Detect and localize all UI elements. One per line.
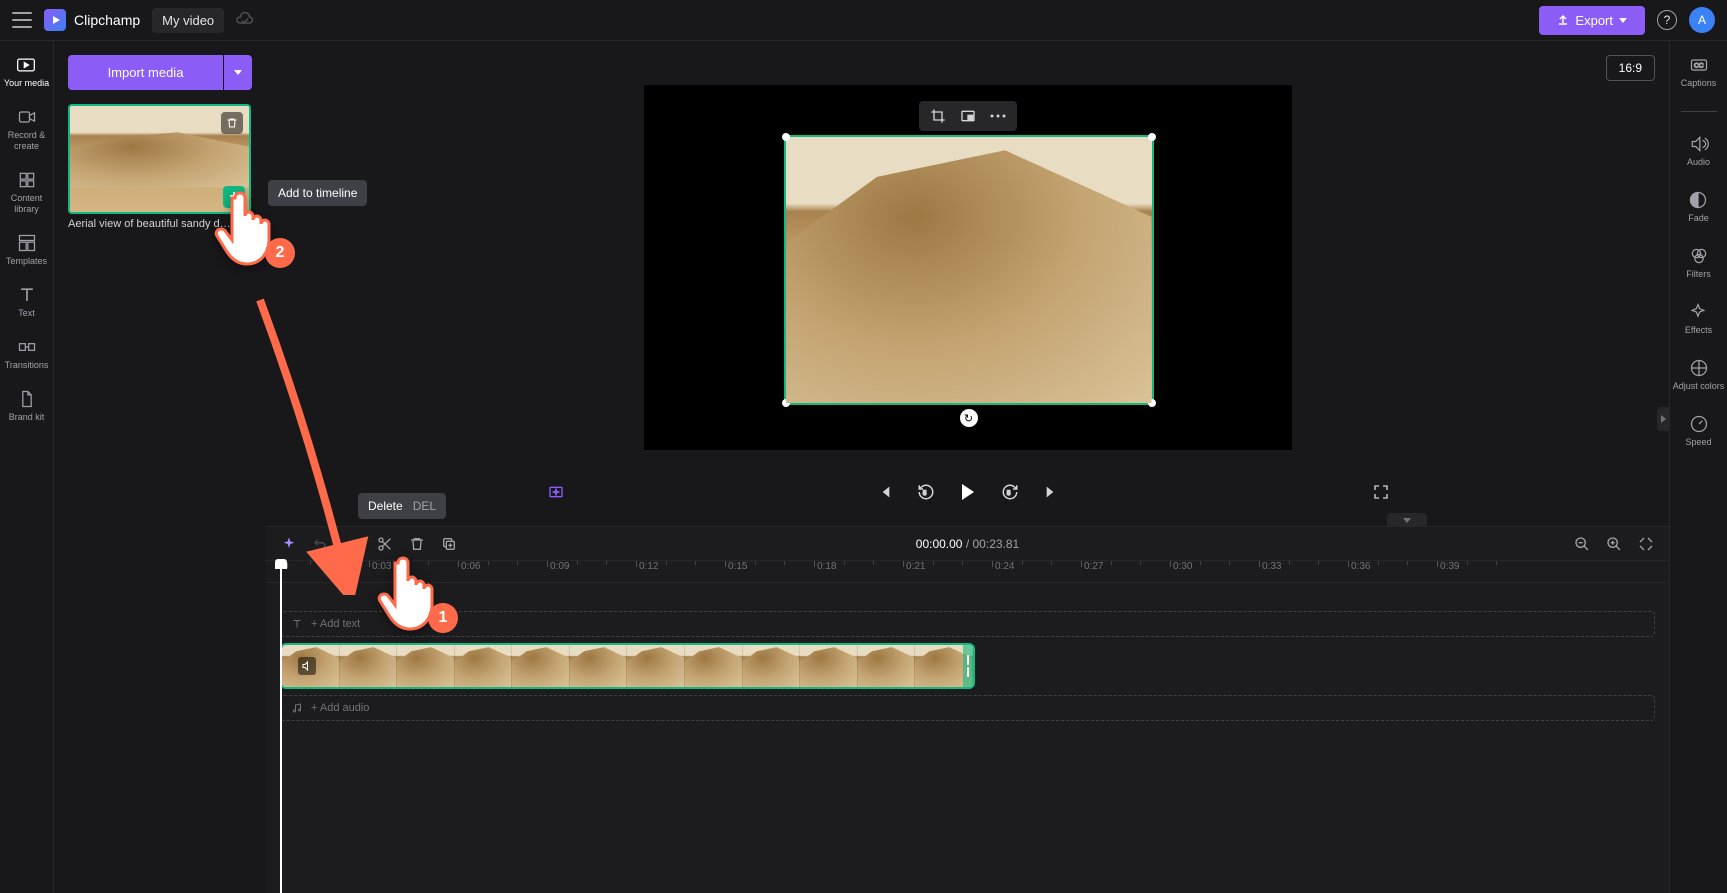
- split-button[interactable]: [376, 535, 394, 553]
- fit-timeline-button[interactable]: [1637, 535, 1655, 553]
- fullscreen-button[interactable]: [1373, 484, 1389, 500]
- user-avatar[interactable]: A: [1689, 7, 1715, 33]
- save-status-icon: [236, 11, 254, 29]
- skip-forward-button[interactable]: [1042, 482, 1062, 502]
- sidebar-item-speed[interactable]: Speed: [1683, 414, 1713, 448]
- sidebar-item-effects[interactable]: Effects: [1683, 302, 1714, 336]
- collapse-right-panel-button[interactable]: [1657, 407, 1669, 431]
- timeline-ruler[interactable]: 00:030:060:090:120:150:180:210:240:270:3…: [266, 561, 1669, 583]
- timecode-display: 00:00.00 / 00:23.81: [916, 537, 1019, 551]
- sidebar-item-adjust-colors[interactable]: Adjust colors: [1671, 358, 1727, 392]
- more-button[interactable]: [983, 105, 1013, 127]
- playhead[interactable]: [280, 561, 282, 893]
- app-name: Clipchamp: [74, 12, 140, 28]
- undo-button[interactable]: [312, 535, 330, 553]
- sidebar-item-content-library[interactable]: Content library: [0, 170, 53, 215]
- clip-trim-right[interactable]: [963, 645, 973, 687]
- crop-button[interactable]: [923, 105, 953, 127]
- media-panel: Import media + Aerial view of beautiful …: [54, 41, 266, 526]
- ruler-tick: 0:39: [1437, 561, 1459, 572]
- ruler-tick: 0:33: [1259, 561, 1281, 572]
- ruler-tick: 0:36: [1348, 561, 1370, 572]
- resize-handle-tr[interactable]: [1148, 133, 1156, 141]
- sidebar-item-transitions[interactable]: Transitions: [3, 337, 51, 371]
- resize-handle-bl[interactable]: [782, 399, 790, 407]
- pip-button[interactable]: [953, 105, 983, 127]
- chevron-down-icon: [1619, 18, 1627, 23]
- left-sidebar: Your media Record & create Content libra…: [0, 41, 54, 893]
- ruler-tick: 0:30: [1170, 561, 1192, 572]
- ruler-tick: 0:15: [725, 561, 747, 572]
- media-thumbnail[interactable]: +: [68, 104, 251, 214]
- ruler-tick: 0:27: [1081, 561, 1103, 572]
- ruler-tick: 0:21: [903, 561, 925, 572]
- resize-handle-br[interactable]: [1148, 399, 1156, 407]
- clipchamp-icon: [44, 9, 66, 31]
- help-button[interactable]: ?: [1657, 10, 1677, 30]
- svg-text:5: 5: [1007, 491, 1011, 497]
- duplicate-button[interactable]: [440, 535, 458, 553]
- sidebar-item-fade[interactable]: Fade: [1686, 190, 1711, 224]
- zoom-in-button[interactable]: [1605, 535, 1623, 553]
- tooltip-delete: Delete DEL: [358, 493, 446, 519]
- right-sidebar: CC Captions Audio Fade Filters Effects A…: [1669, 41, 1727, 893]
- sidebar-item-audio[interactable]: Audio: [1685, 134, 1712, 168]
- sidebar-item-templates[interactable]: Templates: [4, 233, 49, 267]
- collapse-timeline-button[interactable]: [1387, 513, 1427, 527]
- aspect-ratio-button[interactable]: 16:9: [1606, 55, 1655, 81]
- resize-handle-tl[interactable]: [782, 133, 790, 141]
- video-clip[interactable]: [280, 643, 975, 689]
- ruler-tick: 0:12: [636, 561, 658, 572]
- canvas-toolbar: [919, 101, 1017, 131]
- timeline-toolbar: 00:00.00 / 00:23.81: [266, 527, 1669, 561]
- svg-text:5: 5: [923, 491, 927, 497]
- import-media-dropdown[interactable]: [224, 55, 252, 90]
- svg-text:CC: CC: [1694, 63, 1704, 70]
- import-media-button[interactable]: Import media: [68, 55, 223, 90]
- preview-area: 16:9 ↻ 5 5: [266, 41, 1669, 526]
- redo-button[interactable]: [344, 535, 362, 553]
- seek-forward-button[interactable]: 5: [1000, 482, 1020, 502]
- delete-media-button[interactable]: [221, 112, 243, 134]
- skip-back-button[interactable]: [874, 482, 894, 502]
- timeline: 00:00.00 / 00:23.81 00:030:060:090:120:1…: [266, 526, 1669, 893]
- menu-button[interactable]: [12, 12, 32, 28]
- video-track[interactable]: [280, 643, 1655, 689]
- project-title-input[interactable]: My video: [152, 8, 224, 33]
- export-button[interactable]: Export: [1539, 6, 1645, 35]
- play-button[interactable]: [958, 482, 978, 502]
- media-caption: Aerial view of beautiful sandy dun: [68, 218, 231, 230]
- sidebar-item-filters[interactable]: Filters: [1684, 246, 1713, 280]
- playback-controls: 5 5: [266, 482, 1669, 502]
- clip-mute-button[interactable]: [298, 657, 316, 675]
- sidebar-item-record[interactable]: Record & create: [0, 107, 53, 152]
- ruler-tick: 0:18: [814, 561, 836, 572]
- sidebar-item-text[interactable]: Text: [15, 285, 39, 319]
- zoom-out-button[interactable]: [1573, 535, 1591, 553]
- add-to-timeline-button[interactable]: +: [223, 186, 245, 208]
- preview-canvas[interactable]: ↻: [644, 85, 1292, 450]
- rotate-handle[interactable]: ↻: [960, 409, 978, 427]
- add-text-track[interactable]: + Add text: [280, 611, 1655, 637]
- sidebar-item-brand-kit[interactable]: Brand kit: [7, 389, 47, 423]
- sidebar-item-your-media[interactable]: Your media: [2, 55, 51, 89]
- chevron-down-icon: [234, 70, 242, 75]
- add-audio-track[interactable]: + Add audio: [280, 695, 1655, 721]
- tooltip-add-to-timeline: Add to timeline: [268, 180, 367, 206]
- timeline-tracks: + Add text + Add audio: [266, 583, 1669, 721]
- app-header: Clipchamp My video Export ? A: [0, 0, 1727, 41]
- sidebar-item-captions[interactable]: CC Captions: [1679, 55, 1719, 89]
- ai-sparkle-button[interactable]: [280, 535, 298, 553]
- ruler-tick: 0:24: [992, 561, 1014, 572]
- ruler-tick: 0:03: [369, 561, 391, 572]
- ruler-tick: 0:06: [458, 561, 480, 572]
- selected-clip-preview[interactable]: ↻: [784, 135, 1154, 405]
- app-logo[interactable]: Clipchamp: [44, 9, 140, 31]
- ruler-tick: 0:09: [547, 561, 569, 572]
- seek-back-button[interactable]: 5: [916, 482, 936, 502]
- delete-button[interactable]: [408, 535, 426, 553]
